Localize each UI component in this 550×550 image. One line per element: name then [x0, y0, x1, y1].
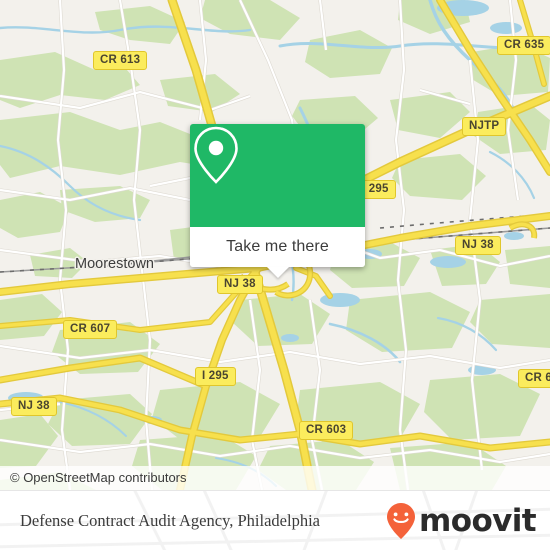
road-shield-i-295-lower: I 295: [195, 367, 236, 386]
road-shield-njtp: NJTP: [462, 117, 507, 136]
location-title: Defense Contract Audit Agency, Philadelp…: [20, 511, 320, 530]
popup-pointer-tail: [266, 267, 289, 278]
place-label-moorestown: Moorestown: [75, 256, 154, 272]
map-canvas[interactable]: Moorestown CR 613 CR 635 NJTP I 295 NJ 3…: [0, 0, 550, 490]
map-pin-icon: [194, 126, 238, 184]
map-attribution[interactable]: © OpenStreetMap contributors: [0, 466, 550, 490]
road-shield-nj-38-center: NJ 38: [217, 275, 263, 294]
road-shield-nj-38-left: NJ 38: [11, 397, 57, 416]
moovit-logo[interactable]: moovit: [386, 502, 537, 540]
location-popup-card[interactable]: Take me there: [190, 124, 365, 278]
road-shield-cr-607: CR 607: [63, 320, 118, 339]
road-shield-cr-613: CR 613: [93, 51, 148, 70]
moovit-wordmark: moovit: [419, 503, 537, 539]
road-shield-cr-603: CR 603: [299, 421, 354, 440]
road-shield-nj-38-right: NJ 38: [455, 236, 501, 255]
road-shield-cr-67: CR 67: [518, 369, 550, 388]
take-me-there-button-label: Take me there: [226, 238, 329, 255]
moovit-map-screenshot: Moorestown CR 613 CR 635 NJTP I 295 NJ 3…: [0, 0, 550, 550]
popup-header: [190, 124, 365, 227]
popup-footer[interactable]: Take me there: [190, 227, 365, 278]
road-shield-cr-635: CR 635: [497, 36, 550, 55]
moovit-pin-smile-icon: [387, 503, 416, 539]
footer-bar: Defense Contract Audit Agency, Philadelp…: [0, 490, 550, 550]
